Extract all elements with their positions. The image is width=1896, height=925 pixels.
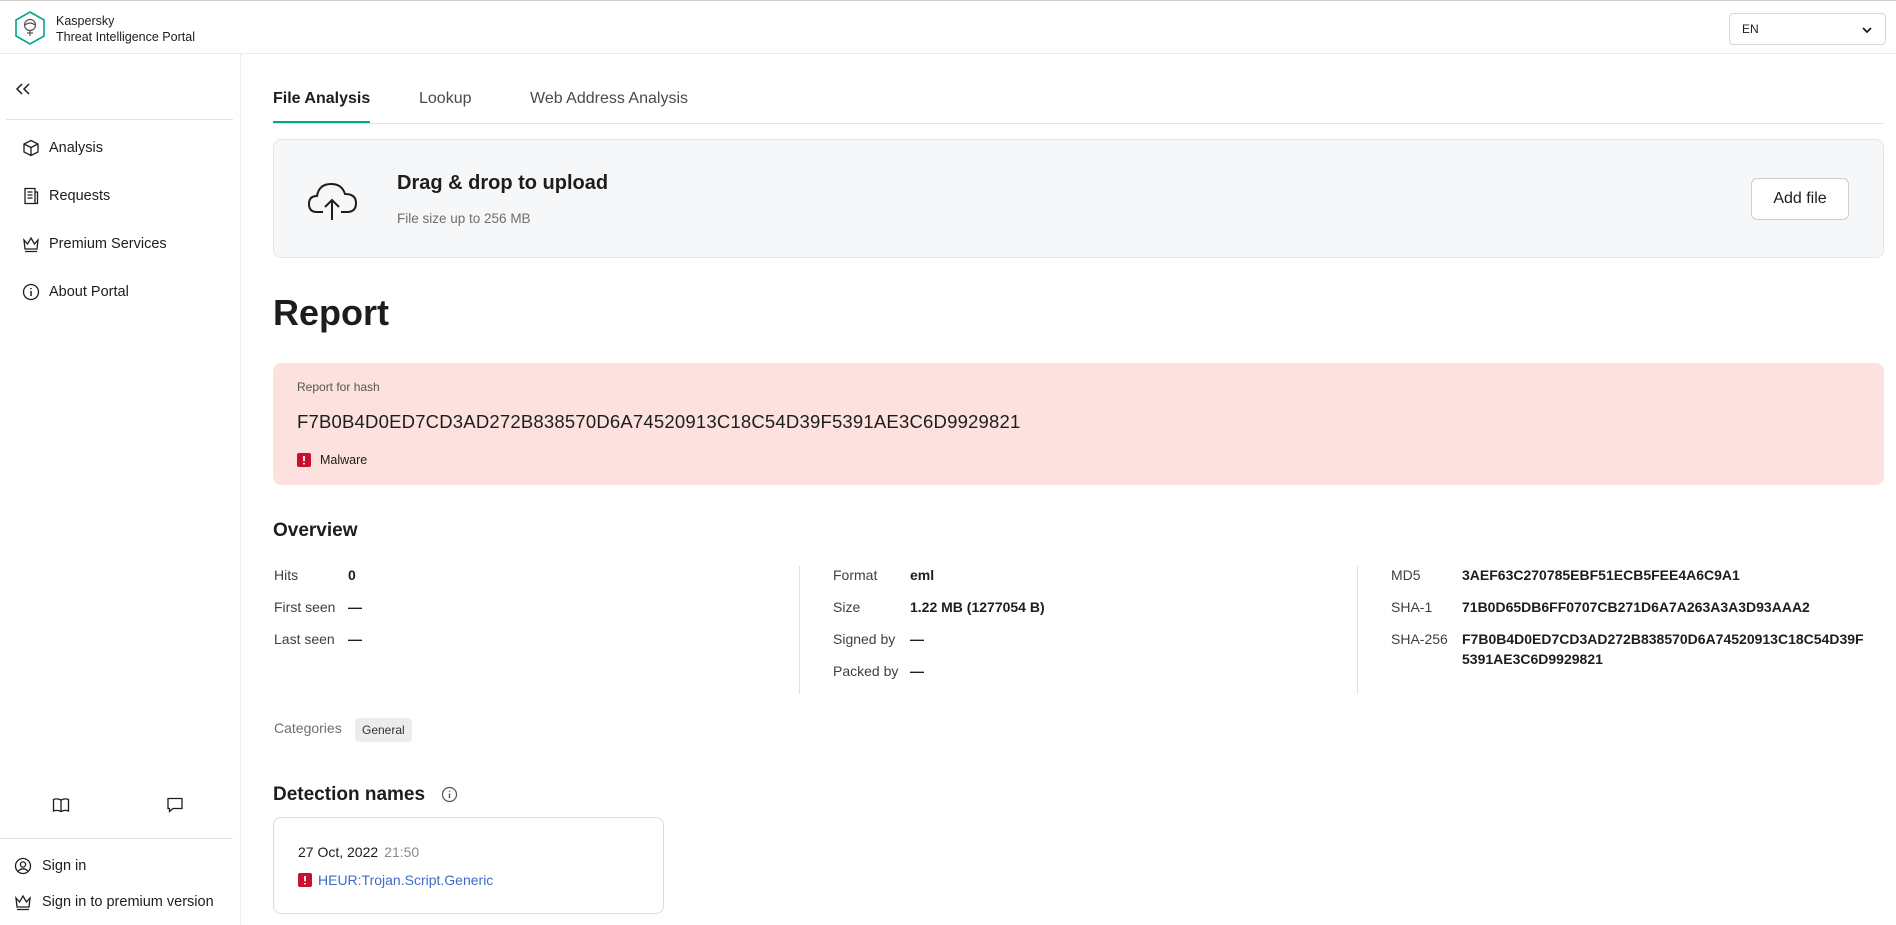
analysis-tabs: File Analysis Lookup Web Address Analysi… <box>273 90 1883 124</box>
cube-icon <box>23 139 39 157</box>
book-icon[interactable] <box>52 796 70 814</box>
upload-title: Drag & drop to upload <box>397 172 609 194</box>
top-header: Kaspersky Threat Intelligence Portal EN <box>0 1 1896 54</box>
sha256-label: SHA-256 <box>1391 631 1448 647</box>
packed-by-label: Packed by <box>833 663 899 679</box>
sidebar-item-premium-services[interactable]: Premium Services <box>22 233 167 255</box>
sign-in-premium-link[interactable]: Sign in to premium version <box>14 893 214 911</box>
alert-icon <box>297 453 311 467</box>
signed-by-label: Signed by <box>833 631 896 647</box>
brand-line-1: Kaspersky <box>56 14 115 28</box>
chat-icon[interactable] <box>166 796 184 814</box>
chevron-down-icon <box>1862 27 1872 34</box>
crown-icon <box>23 236 39 253</box>
size-value: 1.22 MB (1277054 B) <box>910 599 1045 615</box>
detection-names-title: Detection names <box>273 784 426 805</box>
hits-label: Hits <box>274 567 299 583</box>
add-file-button[interactable]: Add file <box>1751 178 1849 220</box>
tab-web-address-analysis[interactable]: Web Address Analysis <box>530 90 688 123</box>
sidebar-divider <box>0 838 233 839</box>
kaspersky-logo-icon[interactable] <box>14 11 46 45</box>
format-value: eml <box>910 567 935 583</box>
detection-card: 27 Oct, 2022 21:50 HEUR:Trojan.Script.Gen… <box>273 817 664 914</box>
document-icon <box>24 187 39 205</box>
last-seen-label: Last seen <box>274 631 335 647</box>
size-label: Size <box>833 599 861 615</box>
detection-time: 21:50 <box>384 844 420 860</box>
sha256-value-line-2: 5391AE3C6D9929821 <box>1462 651 1603 667</box>
tab-file-analysis[interactable]: File Analysis <box>273 90 371 123</box>
report-hash-panel: Report for hash F7B0B4D0ED7CD3AD272B8385… <box>273 363 1884 485</box>
hash-value: F7B0B4D0ED7CD3AD272B838570D6A74520913C18… <box>297 411 1021 432</box>
sha1-value: 71B0D65DB6FF0707CB271D6A7A263A3A3D93AAA2 <box>1462 599 1810 615</box>
detection-name-link[interactable]: HEUR:Trojan.Script.Generic <box>298 872 493 888</box>
sidebar-item-label: About Portal <box>49 284 129 300</box>
md5-value: 3AEF63C270785EBF51ECB5FEE4A6C9A1 <box>1462 567 1740 583</box>
collapse-sidebar-icon[interactable] <box>14 82 32 96</box>
user-icon <box>14 857 32 875</box>
hash-label: Report for hash <box>297 380 380 394</box>
categories-label: Categories <box>274 720 342 736</box>
detection-name: HEUR:Trojan.Script.Generic <box>318 872 494 888</box>
sidebar-divider <box>6 119 233 120</box>
brand-line-2: Threat Intelligence Portal <box>56 30 195 44</box>
column-divider <box>1357 566 1358 694</box>
first-seen-label: First seen <box>274 599 336 615</box>
sign-in-link[interactable]: Sign in <box>14 857 86 875</box>
sha256-value-line-1: F7B0B4D0ED7CD3AD272B838570D6A74520913C18… <box>1462 631 1864 647</box>
column-divider <box>799 566 800 694</box>
sidebar-item-requests[interactable]: Requests <box>22 185 110 207</box>
sidebar-item-label: Requests <box>49 188 111 204</box>
detection-date: 27 Oct, 2022 <box>298 844 379 860</box>
upload-dropzone[interactable]: Drag & drop to upload File size up to 25… <box>273 139 1884 258</box>
first-seen-value: — <box>348 599 362 615</box>
verdict-badge: Malware <box>297 453 367 467</box>
crown-icon <box>15 894 31 911</box>
overview-title: Overview <box>273 520 358 541</box>
category-chip: General <box>355 718 412 742</box>
page-title: Report <box>273 292 389 333</box>
language-value: EN <box>1742 22 1759 36</box>
sidebar-item-label: Premium Services <box>49 236 167 252</box>
detection-date-row: 27 Oct, 2022 21:50 <box>298 844 419 860</box>
verdict-label: Malware <box>320 453 368 467</box>
hits-value: 0 <box>348 567 356 583</box>
upload-subtitle: File size up to 256 MB <box>397 211 531 226</box>
language-select[interactable]: EN <box>1729 13 1886 45</box>
signed-by-value: — <box>910 631 924 647</box>
last-seen-value: — <box>348 631 362 647</box>
sidebar: Analysis Requests Premium Services About… <box>0 54 241 925</box>
sidebar-item-about-portal[interactable]: About Portal <box>22 281 129 303</box>
sha1-label: SHA-1 <box>1391 599 1433 615</box>
tab-lookup[interactable]: Lookup <box>419 90 472 123</box>
brand-name[interactable]: Kaspersky Threat Intelligence Portal <box>56 13 195 45</box>
packed-by-value: — <box>910 663 924 679</box>
alert-icon <box>298 873 312 887</box>
sidebar-item-analysis[interactable]: Analysis <box>22 137 103 159</box>
info-icon[interactable] <box>441 786 458 803</box>
cloud-upload-icon <box>307 182 358 220</box>
sign-in-premium-label: Sign in to premium version <box>42 894 214 910</box>
sidebar-item-label: Analysis <box>49 140 103 156</box>
sign-in-label: Sign in <box>42 858 87 874</box>
format-label: Format <box>833 567 878 583</box>
md5-label: MD5 <box>1391 567 1421 583</box>
info-icon <box>22 283 40 301</box>
